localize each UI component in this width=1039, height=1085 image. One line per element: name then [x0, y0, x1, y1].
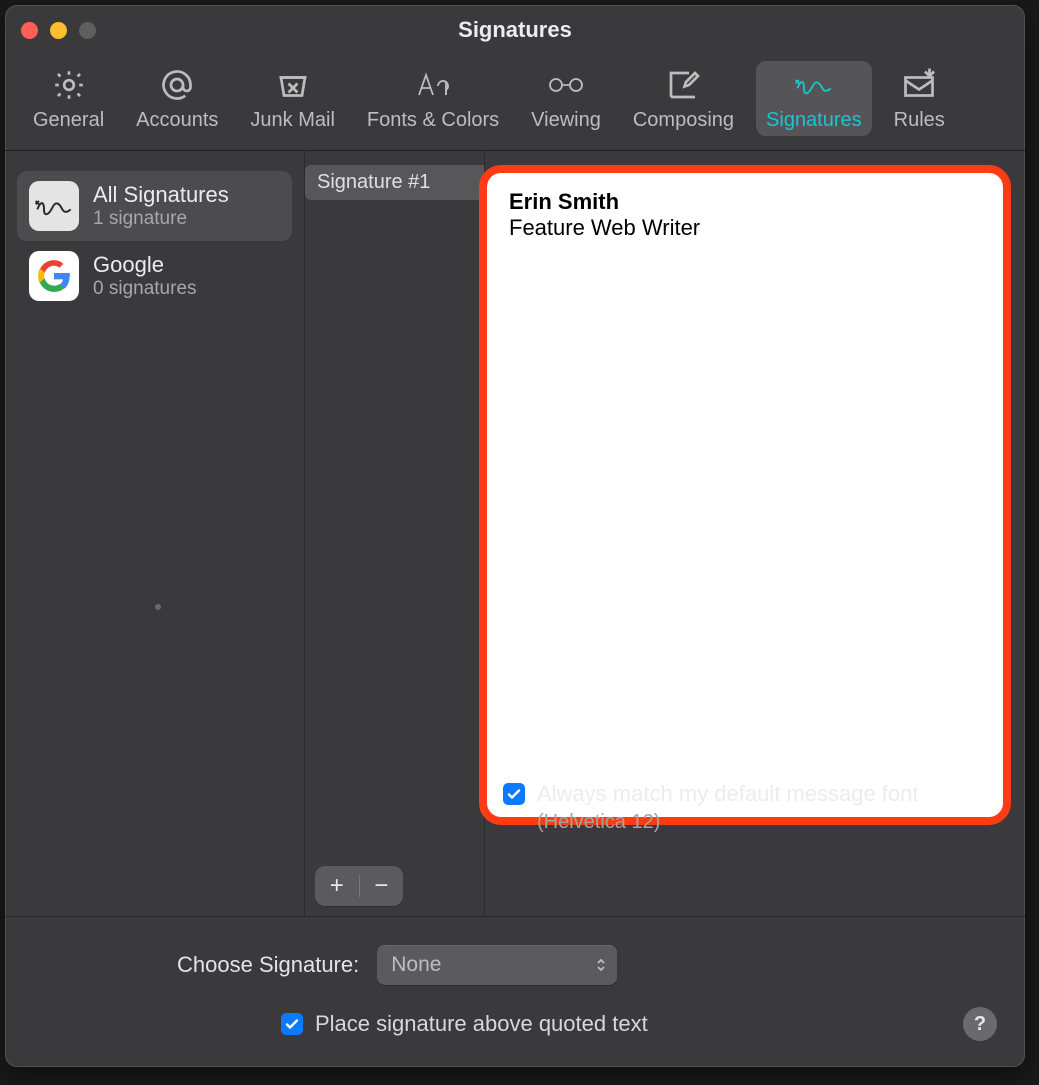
signature-account-icon — [29, 181, 79, 231]
rules-icon — [899, 67, 939, 103]
at-icon — [157, 67, 197, 103]
place-above-row: Place signature above quoted text — [281, 1011, 993, 1037]
accounts-column: All Signatures 1 signature Google 0 sign… — [5, 151, 305, 916]
tab-label: Composing — [633, 109, 734, 132]
signature-line-2: Feature Web Writer — [509, 215, 981, 241]
tab-rules[interactable]: Rules — [884, 61, 955, 136]
signatures-panel: All Signatures 1 signature Google 0 sign… — [5, 151, 1025, 1067]
signature-line-1: Erin Smith — [509, 189, 981, 215]
tab-label: Signatures — [766, 109, 862, 132]
footer: Choose Signature: None Place signature a… — [5, 916, 1025, 1067]
always-match-font-checkbox[interactable] — [503, 783, 525, 805]
tab-junk-mail[interactable]: Junk Mail — [240, 61, 344, 136]
signature-item-name: Signature #1 — [317, 171, 430, 193]
account-google[interactable]: Google 0 signatures — [17, 241, 292, 311]
preferences-window: Signatures General Accounts Junk Mail F — [5, 5, 1025, 1067]
account-all-signatures[interactable]: All Signatures 1 signature — [17, 171, 292, 241]
tab-label: Junk Mail — [250, 109, 334, 132]
signature-list-column: Signature #1 + − — [305, 151, 485, 916]
add-remove-buttons: + − — [315, 866, 403, 906]
default-font-note: (Helvetica 12) — [537, 811, 1011, 834]
signature-editor-column: Erin Smith Feature Web Writer Always mat… — [485, 151, 1025, 916]
signature-icon — [794, 67, 834, 103]
tab-label: Rules — [894, 109, 945, 132]
check-icon — [506, 786, 522, 802]
account-count: 1 signature — [93, 208, 229, 230]
tab-viewing[interactable]: Viewing — [521, 61, 611, 136]
glasses-icon — [546, 67, 586, 103]
choose-signature-value: None — [391, 953, 441, 977]
tab-signatures[interactable]: Signatures — [756, 61, 872, 136]
preferences-toolbar: General Accounts Junk Mail Fonts & Color… — [5, 55, 1025, 151]
column-resize-handle[interactable] — [155, 604, 161, 610]
editor-options: Always match my default message font (He… — [485, 781, 1011, 834]
google-account-icon — [29, 251, 79, 301]
select-stepper-icon — [595, 957, 607, 973]
titlebar: Signatures — [5, 5, 1025, 55]
fonts-icon — [413, 67, 453, 103]
account-name: Google — [93, 252, 197, 278]
choose-signature-label: Choose Signature: — [177, 952, 359, 978]
choose-signature-row: Choose Signature: None — [37, 945, 993, 985]
check-icon — [284, 1016, 300, 1032]
tab-accounts[interactable]: Accounts — [126, 61, 228, 136]
tab-label: Viewing — [531, 109, 601, 132]
gear-icon — [49, 67, 89, 103]
highlight-annotation: Erin Smith Feature Web Writer — [479, 165, 1011, 825]
place-above-checkbox[interactable] — [281, 1013, 303, 1035]
signature-editor[interactable]: Erin Smith Feature Web Writer — [487, 173, 1003, 257]
compose-icon — [663, 67, 703, 103]
tab-composing[interactable]: Composing — [623, 61, 744, 136]
tab-general[interactable]: General — [23, 61, 114, 136]
always-match-font-label: Always match my default message font — [537, 781, 919, 807]
help-button[interactable]: ? — [963, 1007, 997, 1041]
remove-signature-button[interactable]: − — [360, 874, 404, 898]
choose-signature-select[interactable]: None — [377, 945, 617, 985]
tab-label: General — [33, 109, 104, 132]
tab-label: Fonts & Colors — [367, 109, 499, 132]
tab-fonts-colors[interactable]: Fonts & Colors — [357, 61, 509, 136]
account-name: All Signatures — [93, 182, 229, 208]
window-title: Signatures — [5, 17, 1025, 43]
add-signature-button[interactable]: + — [315, 874, 359, 898]
tab-label: Accounts — [136, 109, 218, 132]
place-above-label: Place signature above quoted text — [315, 1011, 648, 1037]
junk-icon — [273, 67, 313, 103]
signature-list-item[interactable]: Signature #1 — [305, 165, 484, 200]
help-label: ? — [974, 1013, 986, 1036]
account-count: 0 signatures — [93, 278, 197, 300]
